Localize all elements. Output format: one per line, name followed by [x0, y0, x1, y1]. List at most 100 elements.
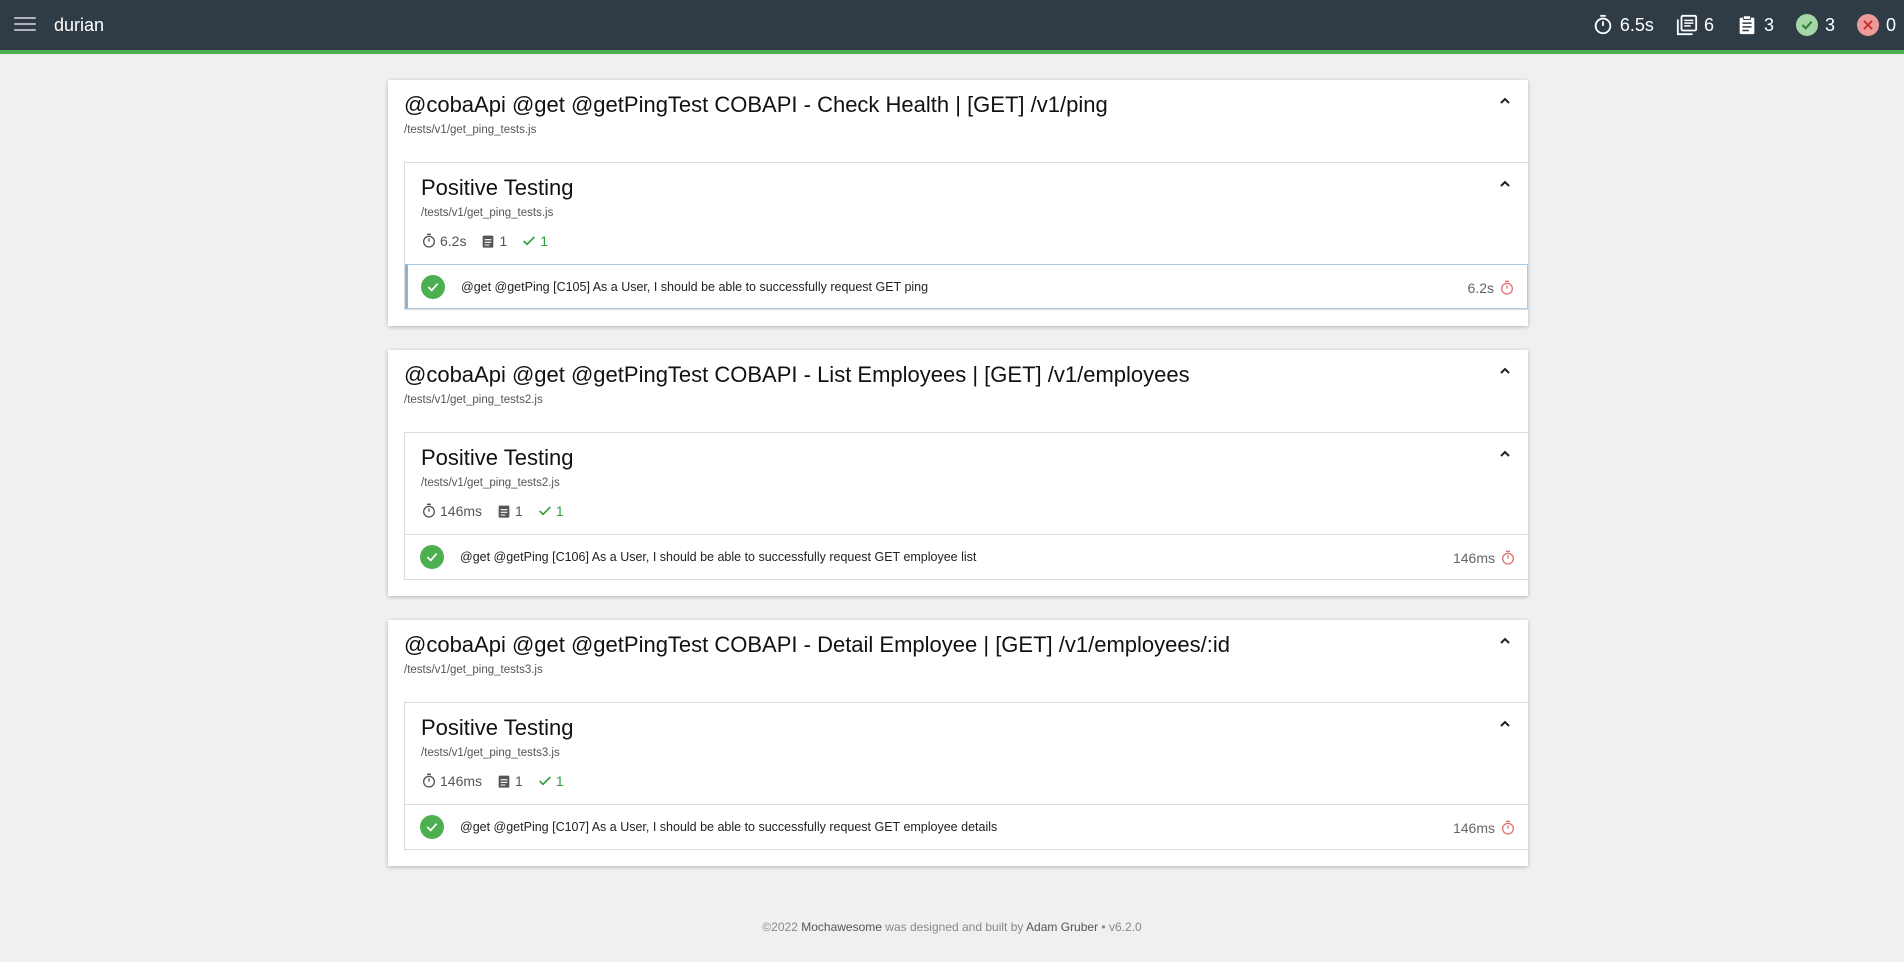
suite-pass-count-value: 1 [540, 233, 549, 249]
suite-test-count: 1 [480, 233, 507, 249]
nested-suite-file: /tests/v1/get_ping_tests3.js [421, 747, 560, 759]
nested-suite-header: Positive Testing /tests/v1/get_ping_test… [405, 433, 1528, 534]
test-row[interactable]: @get @getPing [C107] As a User, I should… [405, 804, 1528, 849]
stat-suites-value: 6 [1703, 14, 1714, 35]
close-icon [1856, 14, 1879, 36]
suite-header: @cobaApi @get @getPingTest COBAPI - List… [404, 350, 1528, 432]
timer-icon [423, 503, 435, 518]
stat-tests[interactable]: 3 [1736, 14, 1774, 36]
stat-failures-value: 0 [1885, 14, 1896, 35]
timer-icon [1594, 14, 1612, 35]
suite-title: @cobaApi @get @getPingTest COBAPI - Chec… [404, 92, 1108, 117]
suite-title: @cobaApi @get @getPingTest COBAPI - List… [404, 362, 1190, 387]
summary-stats: 6.5s 6 3 3 0 [1592, 0, 1904, 50]
footer-version: • v6.2.0 [1101, 920, 1142, 934]
suite-duration: 6.2s [421, 233, 466, 249]
nested-suite-stats: 146ms 1 1 [421, 773, 1512, 789]
footer: ©2022 Mochawesome was designed and built… [0, 920, 1904, 934]
test-title: @get @getPing [C107] As a User, I should… [460, 820, 998, 834]
footer-product-link[interactable]: Mochawesome [801, 920, 882, 934]
suite-card: @cobaApi @get @getPingTest COBAPI - Chec… [388, 80, 1528, 326]
check-icon [538, 776, 551, 786]
check-icon [538, 506, 551, 516]
nested-suite-file: /tests/v1/get_ping_tests2.js [421, 477, 560, 489]
tests-icon [498, 505, 510, 518]
nested-suite-stats: 6.2s 1 1 [421, 233, 1512, 249]
menu-icon[interactable] [14, 17, 36, 35]
chevron-up-icon[interactable] [1498, 364, 1512, 378]
test-duration-value: 146ms [1452, 819, 1495, 836]
timer-icon [423, 773, 435, 788]
stat-duration[interactable]: 6.5s [1592, 14, 1654, 36]
suite-test-count-value: 1 [515, 773, 523, 789]
suite-duration: 146ms [421, 773, 482, 789]
chevron-up-icon[interactable] [1498, 717, 1512, 731]
chevron-up-icon[interactable] [1498, 634, 1512, 648]
tests-icon [1739, 15, 1755, 35]
suite-file: /tests/v1/get_ping_tests3.js [404, 664, 543, 676]
suite-card: @cobaApi @get @getPingTest COBAPI - List… [388, 350, 1528, 596]
footer-author-link[interactable]: Adam Gruber [1026, 920, 1098, 934]
suite-card: @cobaApi @get @getPingTest COBAPI - Deta… [388, 620, 1528, 866]
nested-suite-title: Positive Testing [421, 715, 574, 740]
suite-header: @cobaApi @get @getPingTest COBAPI - Chec… [404, 80, 1528, 162]
nested-suite: Positive Testing /tests/v1/get_ping_test… [404, 162, 1528, 310]
nested-suite: Positive Testing /tests/v1/get_ping_test… [404, 702, 1528, 850]
check-icon [523, 236, 536, 246]
suite-pass-count-value: 1 [555, 773, 564, 789]
check-icon [420, 545, 444, 569]
stat-tests-value: 3 [1763, 14, 1774, 35]
check-icon [421, 274, 445, 299]
top-navbar: durian 6.5s 6 3 3 0 [0, 0, 1904, 54]
chevron-up-icon[interactable] [1498, 94, 1512, 108]
test-title: @get @getPing [C105] As a User, I should… [461, 279, 929, 294]
timer-icon [423, 233, 435, 248]
suite-pass-count: 1 [537, 503, 564, 519]
check-icon [420, 815, 444, 839]
footer-copyright: ©2022 [762, 920, 798, 934]
suites-container: @cobaApi @get @getPingTest COBAPI - Chec… [388, 80, 1528, 890]
footer-text: was designed and built by [885, 920, 1024, 934]
suite-duration-value: 146ms [440, 503, 483, 519]
suite-test-count-value: 1 [499, 233, 508, 249]
chevron-up-icon[interactable] [1498, 447, 1512, 461]
check-icon [1795, 14, 1818, 36]
suite-pass-count-value: 1 [555, 503, 564, 519]
suite-duration-value: 146ms [440, 773, 483, 789]
suite-duration: 146ms [421, 503, 482, 519]
suite-file: /tests/v1/get_ping_tests2.js [404, 394, 543, 406]
suite-pass-count: 1 [521, 233, 548, 249]
suite-test-count-value: 1 [515, 503, 523, 519]
test-duration: 146ms [1453, 535, 1516, 580]
tests-icon [483, 235, 494, 248]
report-title: durian [54, 15, 105, 35]
test-duration-value: 6.2s [1467, 279, 1494, 296]
suite-duration-value: 6.2s [440, 233, 467, 249]
suite-pass-count: 1 [537, 773, 564, 789]
stat-suites[interactable]: 6 [1676, 14, 1714, 36]
suites-icon [1676, 14, 1698, 36]
nested-suite-file: /tests/v1/get_ping_tests.js [421, 207, 554, 219]
timer-icon [1502, 820, 1514, 835]
nested-suite-header: Positive Testing /tests/v1/get_ping_test… [405, 163, 1528, 264]
nested-suite-title: Positive Testing [421, 175, 574, 200]
stat-passes[interactable]: 3 [1795, 14, 1835, 36]
suite-test-count: 1 [496, 503, 523, 519]
nested-suite: Positive Testing /tests/v1/get_ping_test… [404, 432, 1528, 580]
test-row[interactable]: @get @getPing [C105] As a User, I should… [405, 264, 1528, 309]
suite-header: @cobaApi @get @getPingTest COBAPI - Deta… [404, 620, 1528, 702]
test-duration-value: 146ms [1452, 549, 1495, 566]
nested-suite-header: Positive Testing /tests/v1/get_ping_test… [405, 703, 1528, 804]
suite-file: /tests/v1/get_ping_tests.js [404, 124, 537, 136]
tests-icon [498, 775, 510, 788]
test-row[interactable]: @get @getPing [C106] As a User, I should… [405, 534, 1528, 579]
test-duration: 6.2s [1468, 265, 1515, 310]
suite-test-count: 1 [496, 773, 523, 789]
stat-failures[interactable]: 0 [1856, 14, 1896, 36]
nested-suite-title: Positive Testing [421, 445, 574, 470]
suite-title: @cobaApi @get @getPingTest COBAPI - Deta… [404, 632, 1230, 657]
stat-duration-value: 6.5s [1619, 14, 1654, 35]
chevron-up-icon[interactable] [1498, 177, 1512, 191]
timer-icon [1502, 550, 1514, 565]
timer-icon [1501, 280, 1513, 295]
